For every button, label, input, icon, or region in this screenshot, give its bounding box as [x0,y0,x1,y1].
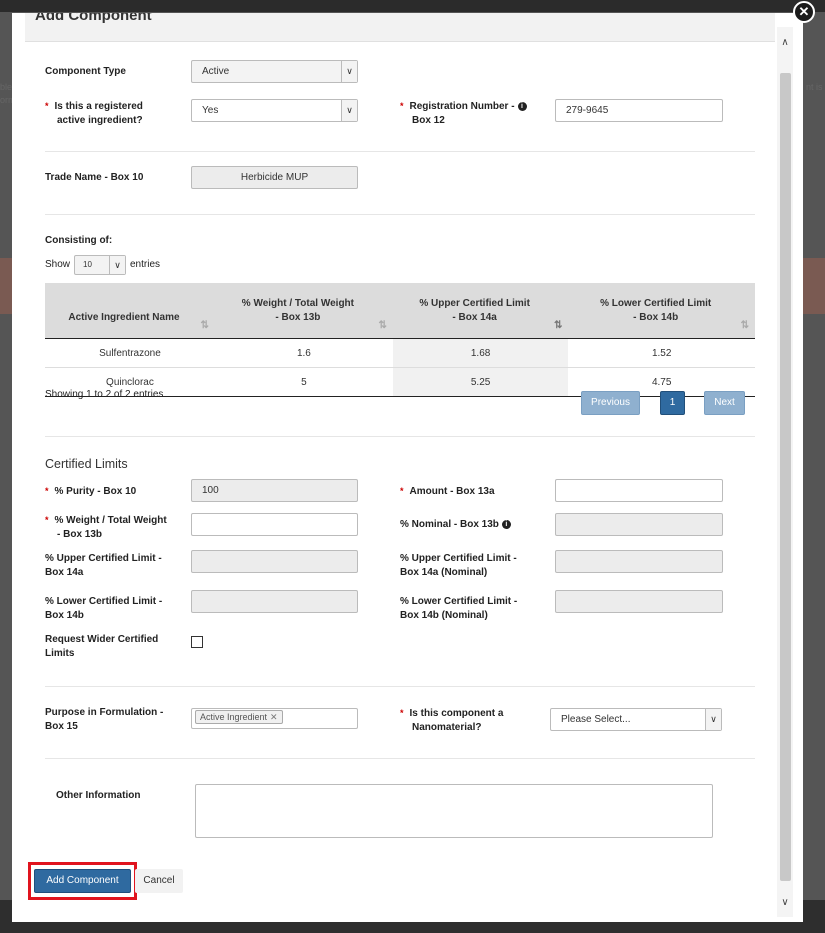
other-information-label: Other Information [56,790,141,801]
trade-name-label: Trade Name - Box 10 [45,172,144,183]
column-header[interactable]: Active Ingredient Name ⇅ [45,283,215,339]
table-cell: 1.6 [214,338,393,368]
nanomaterial-label: * Is this component a Nanomaterial? [400,708,504,733]
table-cell: 1.68 [392,338,569,368]
modal-header: Add Component [25,13,775,42]
nanomaterial-select[interactable]: Please Select... ∨ [550,708,722,731]
registered-label: * Is this a registered active ingredient? [45,101,143,126]
entries-label: entries [130,259,161,270]
show-label: Show [45,259,71,270]
add-component-button[interactable]: Add Component [34,869,131,893]
required-marker: * [45,486,49,496]
upper-limit-nominal-field [555,550,723,573]
registered-value: Yes [202,105,219,116]
info-icon[interactable]: i [501,520,511,529]
purity-label: *% Purity - Box 10 [45,486,137,497]
required-marker: * [400,101,404,111]
registration-number-label: * Registration Number -i Box 12 [400,99,527,128]
component-type-select[interactable]: Active ∨ [191,60,358,83]
weight-label: *% Weight / Total Weight - Box 13b [45,515,167,540]
amount-input[interactable] [555,479,723,502]
purpose-tag: Active Ingredient ✕ [195,710,283,724]
sort-icon: ⇅ [200,320,209,331]
required-marker: * [400,708,404,718]
purpose-tag-label: Active Ingredient [200,712,268,722]
table-info: Showing 1 to 2 of 2 entries [45,389,164,400]
nominal-label: % Nominal - Box 13b i [400,518,511,532]
certified-limits-title: Certified Limits [45,457,128,471]
other-information-textarea[interactable] [195,784,713,838]
page-size-select[interactable]: 10 ∨ [74,255,126,275]
component-type-value: Active [202,66,230,77]
registered-select[interactable]: Yes ∨ [191,99,358,122]
purity-field: 100 [191,479,358,502]
modal-scrollbar[interactable]: ∧ ∨ [777,27,793,917]
registration-number-input[interactable]: 279-9645 [555,99,723,122]
chevron-down-icon: ∨ [705,709,721,730]
previous-page-button[interactable]: Previous [581,391,640,415]
scroll-thumb[interactable] [780,73,791,881]
lower-limit-field [191,590,358,613]
divider [45,758,755,759]
table-cell: 5.25 [392,367,569,397]
required-marker: * [45,101,49,111]
ingredients-table: Active Ingredient Name ⇅ % Weight / Tota… [45,283,755,397]
lower-limit-nominal-field [555,590,723,613]
upper-limit-label: % Upper Certified Limit - Box 14a [45,553,162,578]
required-marker: * [45,515,49,525]
table-cell: Sulfentrazone [45,338,215,368]
backdrop-text: ble [0,82,13,92]
modal-title: Add Component [35,13,152,24]
sort-icon: ⇅ [378,320,387,331]
column-header[interactable]: % Upper Certified Limit - Box 14a ⇅ [392,283,569,339]
backdrop-text: nt is [806,82,823,92]
add-component-modal: Add Component Component Type Active ∨ * I… [12,13,803,922]
cancel-button[interactable]: Cancel [135,869,183,893]
next-page-button[interactable]: Next [704,391,745,415]
divider [45,151,755,152]
chevron-down-icon: ∨ [109,256,125,274]
scroll-up-icon[interactable]: ∧ [779,37,791,49]
divider [45,686,755,687]
nominal-field [555,513,723,536]
column-header[interactable]: % Lower Certified Limit - Box 14b ⇅ [568,283,755,339]
wider-limits-checkbox[interactable] [191,636,203,648]
backdrop-top-bar [0,0,825,12]
upper-limit-nominal-label: % Upper Certified Limit - Box 14a (Nomina… [400,553,517,578]
sort-ascending-icon: ⇅ [553,320,563,331]
table-cell: 1.52 [568,338,755,368]
remove-tag-icon[interactable]: ✕ [270,712,278,722]
page-1-button[interactable]: 1 [660,391,685,415]
amount-label: * Amount - Box 13a [400,486,495,497]
lower-limit-nominal-label: % Lower Certified Limit - Box 14b (Nomina… [400,596,518,621]
table-cell: 5 [214,367,393,397]
table-row: Sulfentrazone 1.6 1.68 1.52 [45,338,755,368]
close-icon[interactable]: ✕ [793,1,815,23]
info-icon[interactable]: i [517,102,527,111]
consisting-of-label: Consisting of: [45,235,113,246]
scroll-down-icon[interactable]: ∨ [779,897,791,909]
chevron-down-icon: ∨ [341,100,357,121]
nanomaterial-value: Please Select... [561,714,631,725]
divider [45,436,755,437]
purpose-label: Purpose in Formulation - Box 15 [45,707,164,732]
component-type-label: Component Type [45,66,126,77]
divider [45,214,755,215]
trade-name-field: Herbicide MUP [191,166,358,189]
wider-limits-label: Request Wider Certified Limits [45,634,159,659]
sort-icon: ⇅ [740,320,749,331]
page-size-value: 10 [83,260,92,269]
upper-limit-field [191,550,358,573]
lower-limit-label: % Lower Certified Limit - Box 14b [45,596,163,621]
weight-input[interactable] [191,513,358,536]
column-header[interactable]: % Weight / Total Weight - Box 13b ⇅ [214,283,393,339]
required-marker: * [400,486,404,496]
chevron-down-icon: ∨ [341,61,357,82]
